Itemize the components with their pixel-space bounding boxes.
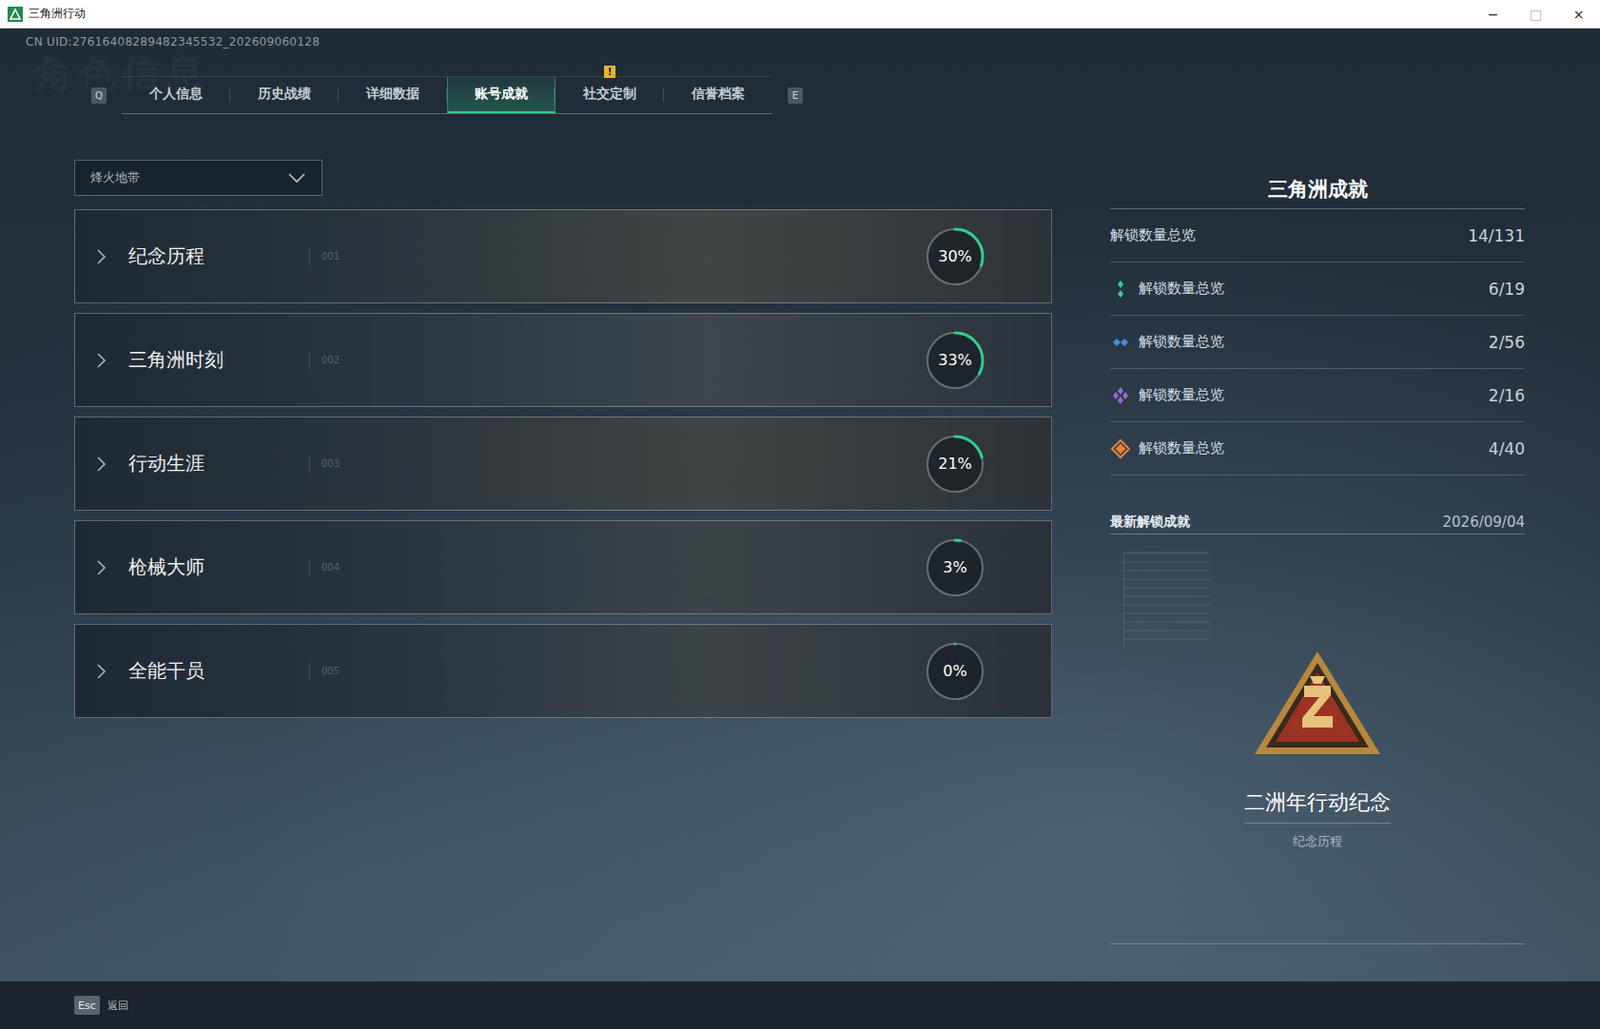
card-decoration: [1123, 551, 1210, 647]
stat-value: 6/19: [1488, 279, 1525, 299]
tab[interactable]: 历史战绩: [230, 77, 339, 114]
mode-select[interactable]: 烽火地带: [74, 159, 323, 196]
stat-label: 解锁数量总览: [1110, 385, 1225, 407]
category-row[interactable]: 三角洲时刻002 33%: [74, 312, 1053, 408]
stat-value: 2/56: [1488, 332, 1525, 352]
progress-ring: 21%: [923, 432, 987, 496]
category-row[interactable]: 枪械大师004 3%: [74, 520, 1053, 615]
app-logo-icon: [7, 6, 23, 22]
achievement-name: 二洲年行动纪念: [1244, 788, 1391, 824]
stat-label: 解锁数量总览: [1110, 331, 1225, 353]
tab-row: Q 个人信息历史战绩详细数据账号成就!社交定制信誉档案 E: [76, 76, 1575, 115]
stat-label: 解锁数量总览: [1110, 226, 1196, 245]
alert-badge: !: [604, 65, 616, 79]
category-row[interactable]: 纪念历程001 30%: [74, 209, 1053, 304]
tier-icon: [1110, 331, 1132, 353]
category-row[interactable]: 全能干员005 0%: [74, 624, 1053, 719]
window-control-button[interactable]: □: [1514, 0, 1558, 28]
chevron-right-icon: [94, 248, 108, 266]
window-controls: −□×: [1471, 0, 1600, 28]
progress-ring: 30%: [923, 225, 987, 289]
chevron-right-icon: [94, 455, 108, 473]
latest-header: 最新解锁成就 2026/09/04: [1110, 509, 1525, 535]
total-row: 解锁数量总览 14/131: [1110, 209, 1525, 263]
back-label[interactable]: 返回: [107, 998, 129, 1014]
chevron-down-icon: [287, 172, 307, 184]
latest-achievement-card[interactable]: 二洲年行动纪念纪念历程: [1110, 534, 1525, 945]
latest-label: 最新解锁成就: [1110, 513, 1191, 531]
category-name: 全能干员: [128, 658, 310, 684]
header: 角色信息CN UID:27616408289482345532_20260906…: [0, 28, 1600, 115]
stat-label: 解锁数量总览: [1110, 438, 1225, 460]
profile-screen: 角色信息CN UID:27616408289482345532_20260906…: [0, 28, 1600, 982]
category-index: 001: [309, 248, 924, 266]
tier-icon: [1110, 278, 1132, 300]
progress-percent: 21%: [937, 454, 973, 473]
progress-percent: 33%: [937, 351, 973, 370]
tier-row: 解锁数量总览 2/16: [1110, 369, 1525, 423]
stat-value: 14/131: [1467, 226, 1525, 246]
tier-row: 解锁数量总览 6/19: [1110, 262, 1525, 316]
tab[interactable]: 账号成就: [447, 77, 556, 114]
progress-ring: 3%: [923, 536, 987, 600]
stat-label: 解锁数量总览: [1110, 278, 1225, 300]
content: 烽火地带纪念历程00130%三角洲时刻00233%行动生涯00321%枪械大师0…: [0, 159, 1600, 945]
category-list: 纪念历程001 30% 三角洲时刻002 33% 行动生涯003 21% 枪械大师004 3%…: [74, 209, 1053, 719]
chevron-right-icon: [94, 559, 108, 577]
prev-tab-key[interactable]: Q: [91, 87, 107, 104]
progress-percent: 3%: [942, 558, 967, 577]
tab[interactable]: 信誉档案: [663, 77, 773, 114]
progress-percent: 0%: [942, 662, 967, 681]
achievement-category: 纪念历程: [1292, 833, 1343, 851]
window-control-button[interactable]: −: [1471, 0, 1515, 28]
category-index: 004: [309, 559, 924, 577]
category-name: 纪念历程: [128, 243, 310, 270]
tier-row: 解锁数量总览 4/40: [1110, 422, 1525, 476]
progress-ring: 0%: [923, 640, 987, 703]
window-control-button[interactable]: ×: [1557, 0, 1600, 28]
game-window: 三角洲行动−□×角色信息CN UID:27616408289482345532_…: [0, 0, 1600, 1029]
progress-percent: 30%: [937, 247, 973, 266]
category-index: 003: [309, 455, 924, 473]
achievement-emblem-icon: [1250, 647, 1385, 762]
panel-title: 三角洲成就: [1110, 169, 1525, 210]
esc-key[interactable]: Esc: [74, 995, 100, 1015]
category-index: 002: [309, 351, 924, 370]
category-column: 烽火地带纪念历程00130%三角洲时刻00233%行动生涯00321%枪械大师0…: [74, 159, 1053, 945]
stat-value: 2/16: [1488, 386, 1525, 406]
tab[interactable]: 个人信息: [121, 77, 231, 114]
title-bar: 三角洲行动−□×: [0, 0, 1600, 29]
chevron-right-icon: [94, 663, 108, 681]
next-tab-key[interactable]: E: [787, 87, 803, 104]
category-name: 行动生涯: [128, 450, 310, 477]
tier-icon: [1110, 438, 1132, 460]
achievement-panel: 三角洲成就解锁数量总览14/131解锁数量总览6/19解锁数量总览2/56解锁数…: [1110, 159, 1525, 945]
latest-date: 2026/09/04: [1443, 513, 1525, 531]
tab-bar: 个人信息历史战绩详细数据账号成就!社交定制信誉档案: [121, 76, 773, 115]
window-title: 三角洲行动: [28, 5, 1472, 22]
tier-icon: [1110, 385, 1132, 407]
category-row[interactable]: 行动生涯003 21%: [74, 416, 1053, 511]
uid-label: CN UID:27616408289482345532_202609060128: [25, 34, 1575, 50]
category-name: 枪械大师: [128, 554, 310, 581]
tier-row: 解锁数量总览 2/56: [1110, 315, 1525, 370]
tab[interactable]: 详细数据: [338, 77, 448, 114]
chevron-right-icon: [94, 351, 108, 370]
stat-value: 4/40: [1488, 439, 1525, 459]
category-name: 三角洲时刻: [128, 347, 310, 373]
category-index: 005: [309, 663, 924, 681]
progress-ring: 33%: [923, 329, 987, 392]
tab[interactable]: !社交定制: [555, 77, 664, 114]
footer-bar: Esc 返回: [0, 981, 1600, 1029]
